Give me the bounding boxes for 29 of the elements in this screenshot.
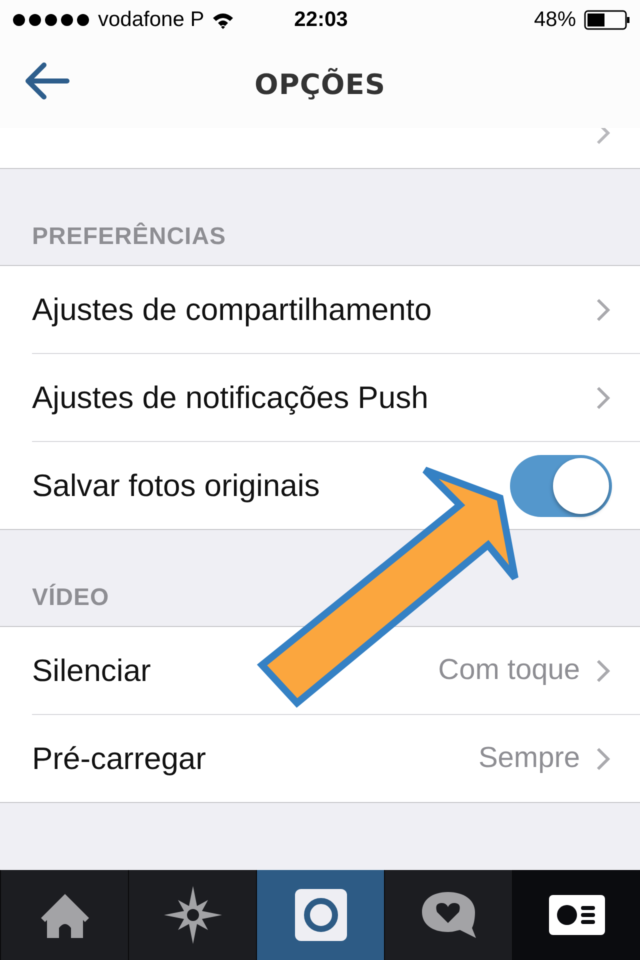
profile-tab[interactable] <box>512 870 640 960</box>
row-label[interactable]: Pré-carregar <box>32 740 206 776</box>
screen-title: OPÇÕES <box>254 68 386 100</box>
carrier-name: vodafone P <box>98 8 204 32</box>
battery-icon <box>584 10 630 30</box>
back-arrow-icon[interactable] <box>24 62 70 100</box>
compass-star-icon <box>164 886 222 944</box>
camera-icon <box>294 889 346 941</box>
row-label[interactable]: Salvar fotos originais <box>32 468 320 504</box>
row-value: Com toque <box>438 654 580 687</box>
chevron-icon <box>596 658 610 682</box>
row-label[interactable]: Ajustes de compartilhamento <box>32 292 432 328</box>
wifi-icon <box>212 12 234 28</box>
profile-card-icon <box>548 895 604 935</box>
row-label[interactable]: Ajustes de notificações Push <box>32 380 428 416</box>
camera-tab[interactable] <box>256 870 384 960</box>
row-value: Sempre <box>478 742 580 775</box>
signal-icon <box>12 13 90 27</box>
home-icon <box>38 892 90 938</box>
chevron-icon <box>596 298 610 322</box>
chevron-icon <box>596 386 610 410</box>
chevron-icon <box>596 746 610 770</box>
row-label[interactable]: Silenciar <box>32 652 151 688</box>
battery-percent: 48% <box>534 8 576 32</box>
section-header: VÍDEO <box>32 584 110 612</box>
toggle-switch[interactable] <box>510 454 612 516</box>
clock-time: 22:03 <box>294 8 348 32</box>
heart-bubble-icon <box>420 890 478 940</box>
section-header: PREFERÊNCIAS <box>32 223 226 251</box>
